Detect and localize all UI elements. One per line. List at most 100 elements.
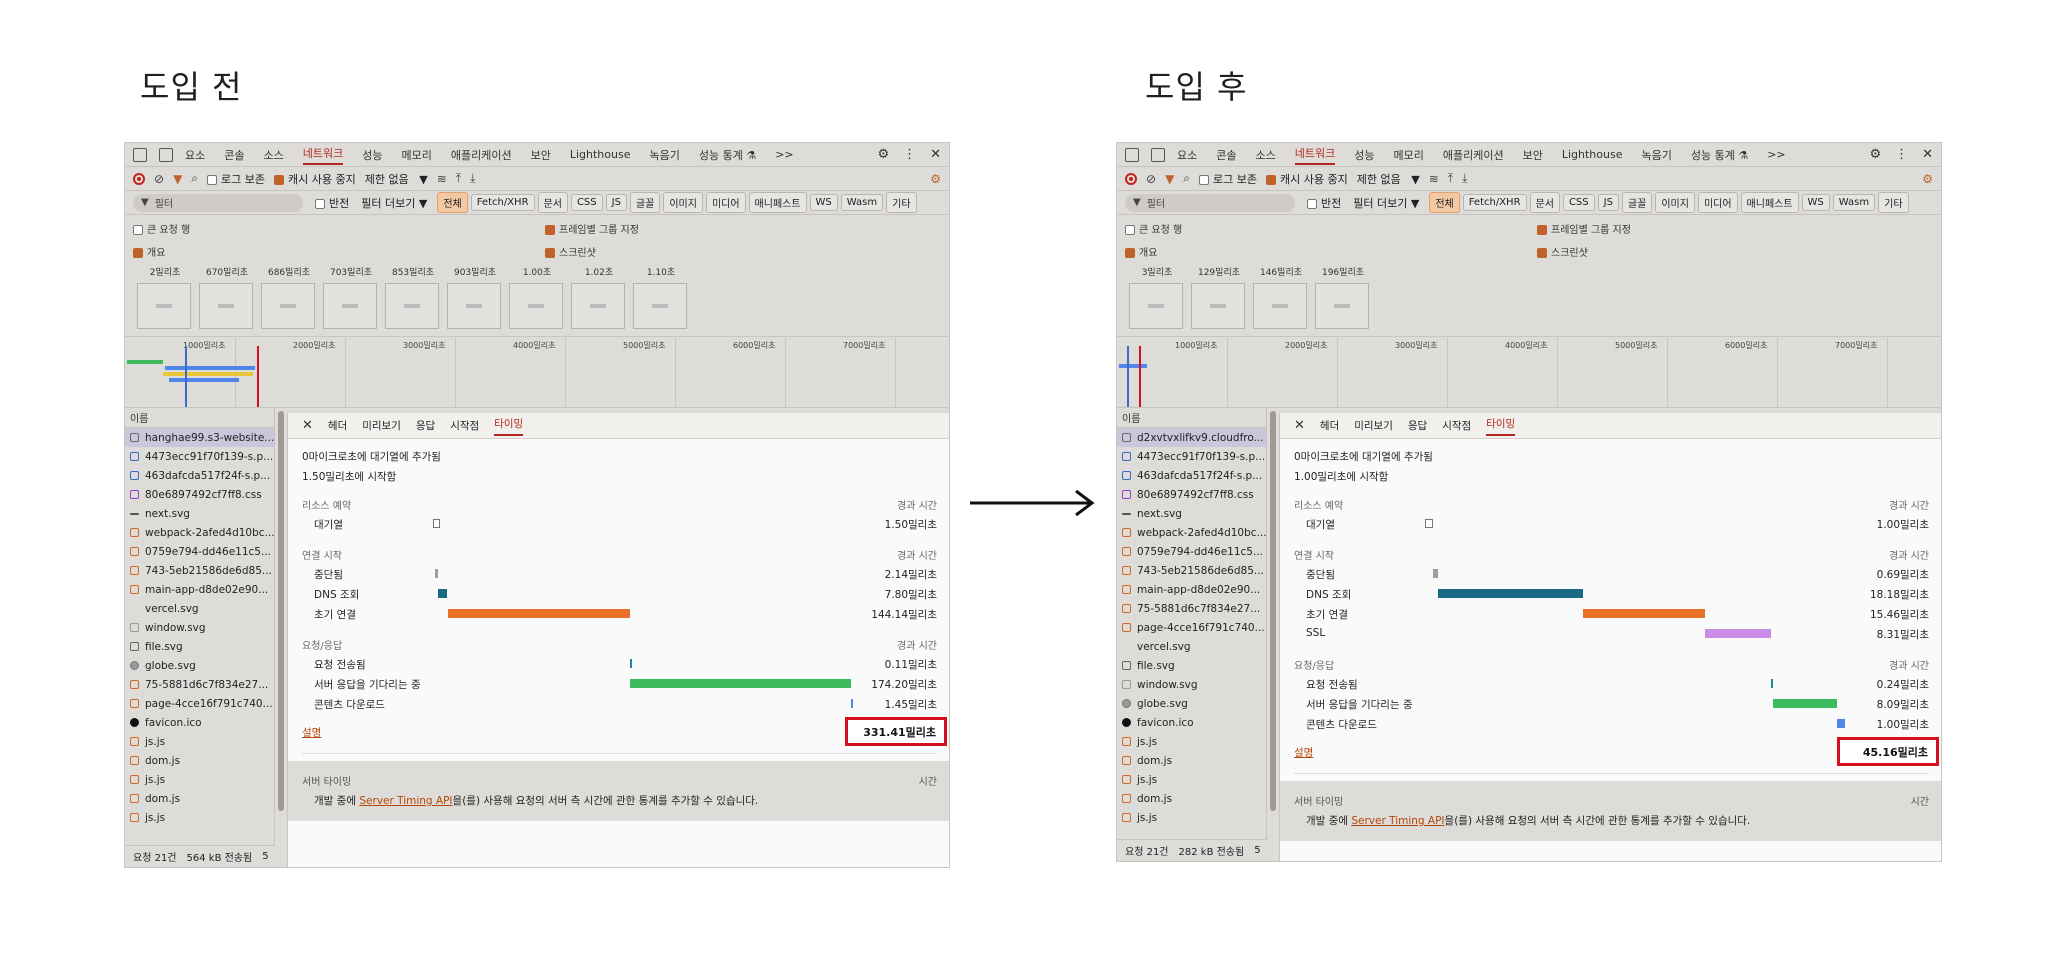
- request-row[interactable]: js.js: [1117, 732, 1266, 751]
- filter-chip[interactable]: 글꼴: [629, 192, 661, 213]
- request-row[interactable]: 75-5881d6c7f834e27...: [125, 675, 274, 694]
- filmstrip-frame[interactable]: 853밀리초: [385, 267, 441, 329]
- group-by-frame-checkbox[interactable]: 프레임별 그룹 지정: [545, 221, 639, 236]
- request-row[interactable]: dom.js: [125, 789, 274, 808]
- disable-cache-checkbox[interactable]: 캐시 사용 중지: [1266, 171, 1348, 187]
- request-row[interactable]: globe.svg: [125, 656, 274, 675]
- filmstrip-frame[interactable]: 1.02초: [571, 267, 627, 329]
- filter-icon[interactable]: ▼: [173, 172, 182, 186]
- group-by-frame-checkbox[interactable]: 프레임별 그룹 지정: [1537, 221, 1631, 236]
- search-icon[interactable]: ⌕: [1183, 171, 1190, 186]
- detail-tab-headers[interactable]: 헤더: [1320, 418, 1339, 433]
- close-devtools-icon[interactable]: ✕: [1922, 147, 1933, 162]
- overview-timeline[interactable]: 1000밀리초 2000밀리초 3000밀리초 4000밀리초 5000밀리초 6000밀…: [1117, 338, 1941, 408]
- devtools-tab[interactable]: 성능: [362, 147, 382, 163]
- preserve-log-checkbox[interactable]: 로그 보존: [207, 171, 265, 187]
- more-menu-icon[interactable]: ⋮: [903, 147, 916, 162]
- request-row[interactable]: page-4cce16f791c740...: [125, 694, 274, 713]
- request-row[interactable]: page-4cce16f791c740...: [1117, 618, 1266, 637]
- request-row[interactable]: globe.svg: [1117, 694, 1266, 713]
- export-har-icon[interactable]: ⤓: [1462, 171, 1467, 186]
- filmstrip-frame[interactable]: 196밀리초: [1315, 267, 1371, 329]
- devtools-tab[interactable]: 소스: [264, 147, 284, 163]
- devtools-tab[interactable]: >>: [1767, 148, 1785, 161]
- request-row[interactable]: next.svg: [1117, 504, 1266, 523]
- request-row[interactable]: webpack-2afed4d10bc...: [1117, 523, 1266, 542]
- big-rows-checkbox[interactable]: 큰 요청 행: [1125, 221, 1537, 236]
- import-har-icon[interactable]: ⤒: [1448, 171, 1453, 186]
- request-row[interactable]: vercel.svg: [1117, 637, 1266, 656]
- settings-gear-icon[interactable]: ⚙: [1869, 147, 1881, 162]
- record-icon[interactable]: [1125, 172, 1137, 185]
- request-row[interactable]: dom.js: [1117, 789, 1266, 808]
- more-filters-dropdown[interactable]: 필터 더보기 ▼: [1353, 195, 1419, 211]
- throttle-select[interactable]: 제한 없음 ▼: [365, 171, 428, 187]
- devtools-tab[interactable]: 소스: [1256, 147, 1276, 163]
- request-row[interactable]: js.js: [1117, 770, 1266, 789]
- request-row[interactable]: 463dafcda517f24f-s.p...: [125, 466, 274, 485]
- filter-chip[interactable]: CSS: [570, 194, 603, 211]
- device-toolbar-icon[interactable]: [159, 147, 173, 162]
- filter-chip[interactable]: JS: [605, 194, 627, 211]
- name-column-header[interactable]: 이름: [125, 408, 274, 428]
- devtools-tab[interactable]: 요소: [185, 147, 205, 163]
- close-detail-icon[interactable]: ✕: [302, 418, 313, 433]
- request-row[interactable]: 0759e794-dd46e11c5...: [125, 542, 274, 561]
- explanation-link[interactable]: 설명: [302, 725, 321, 740]
- overview-checkbox[interactable]: 개요: [1125, 244, 1537, 259]
- more-filters-dropdown[interactable]: 필터 더보기 ▼: [361, 195, 427, 211]
- devtools-tab[interactable]: 애플리케이션: [1443, 147, 1504, 163]
- detail-tab-response[interactable]: 응답: [1408, 418, 1427, 433]
- filter-chip[interactable]: Fetch/XHR: [470, 194, 535, 211]
- devtools-tab[interactable]: 네트워크: [302, 145, 344, 165]
- request-row[interactable]: 463dafcda517f24f-s.p...: [1117, 466, 1266, 485]
- detail-tab-timing[interactable]: 타이밍: [1486, 416, 1516, 436]
- request-row[interactable]: main-app-d8de02e90...: [1117, 580, 1266, 599]
- request-row[interactable]: 80e6897492cf7ff8.css: [125, 485, 274, 504]
- devtools-tab[interactable]: Lighthouse: [1562, 148, 1623, 161]
- request-row[interactable]: file.svg: [1117, 656, 1266, 675]
- filter-chip[interactable]: 문서: [1529, 192, 1560, 213]
- record-icon[interactable]: [133, 172, 145, 185]
- devtools-tab[interactable]: 콘솔: [1216, 147, 1236, 163]
- request-row[interactable]: dom.js: [1117, 751, 1266, 770]
- close-detail-icon[interactable]: ✕: [1294, 418, 1305, 433]
- filter-chip[interactable]: Wasm: [1832, 194, 1876, 211]
- request-row[interactable]: file.svg: [125, 637, 274, 656]
- detail-tab-preview[interactable]: 미리보기: [1354, 418, 1393, 433]
- filmstrip-frame[interactable]: 1.10초: [633, 267, 689, 329]
- request-row[interactable]: 75-5881d6c7f834e27...: [1117, 599, 1266, 618]
- server-timing-api-link[interactable]: Server Timing API: [359, 795, 452, 807]
- request-row[interactable]: js.js: [125, 732, 274, 751]
- detail-tab-response[interactable]: 응답: [416, 418, 435, 433]
- filter-chip[interactable]: 문서: [537, 192, 568, 213]
- search-icon[interactable]: ⌕: [191, 171, 198, 186]
- devtools-tab[interactable]: >>: [775, 148, 793, 161]
- filter-icon[interactable]: ▼: [1165, 172, 1174, 186]
- import-har-icon[interactable]: ⤒: [456, 171, 461, 186]
- screenshots-checkbox[interactable]: 스크린샷: [545, 244, 596, 259]
- export-har-icon[interactable]: ⤓: [470, 171, 475, 186]
- settings-gear-icon[interactable]: ⚙: [877, 147, 889, 162]
- filmstrip-frame[interactable]: 1.00초: [509, 267, 565, 329]
- filter-chip[interactable]: 미디어: [1697, 192, 1738, 213]
- request-row[interactable]: vercel.svg: [125, 599, 274, 618]
- filmstrip-frame[interactable]: 2밀리초: [137, 267, 193, 329]
- device-toolbar-icon[interactable]: [1151, 147, 1165, 162]
- filmstrip-frame[interactable]: 686밀리초: [261, 267, 317, 329]
- devtools-tab[interactable]: 보안: [1523, 147, 1543, 163]
- inspect-element-icon[interactable]: [133, 147, 147, 162]
- filter-input[interactable]: ▼ 필터: [1125, 193, 1295, 212]
- inspect-element-icon[interactable]: [1125, 147, 1139, 162]
- filter-input[interactable]: ▼ 필터: [133, 193, 303, 212]
- filter-chip[interactable]: 전체: [1429, 192, 1460, 213]
- filmstrip-frame[interactable]: 3밀리초: [1129, 267, 1185, 329]
- big-rows-checkbox[interactable]: 큰 요청 행: [133, 221, 545, 236]
- request-row[interactable]: d2xvtvxlifkv9.cloudfro...: [1117, 428, 1266, 447]
- server-timing-api-link[interactable]: Server Timing API: [1351, 815, 1444, 827]
- devtools-tab[interactable]: 보안: [531, 147, 551, 163]
- devtools-tab[interactable]: 네트워크: [1294, 145, 1336, 165]
- request-row[interactable]: 743-5eb21586de6d85...: [1117, 561, 1266, 580]
- clear-icon[interactable]: ⊘: [154, 172, 164, 186]
- filter-chip[interactable]: 이미지: [1655, 192, 1695, 213]
